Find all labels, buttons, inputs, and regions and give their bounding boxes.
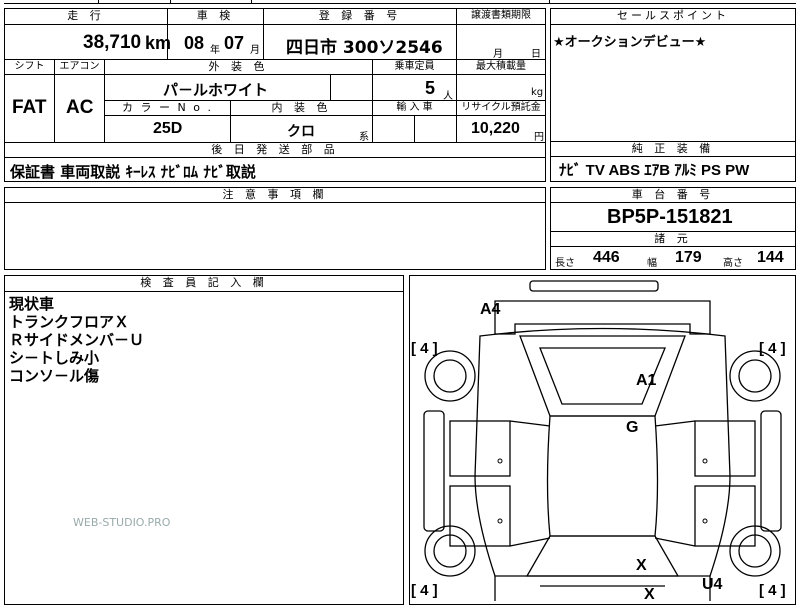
damage-mark: A4 bbox=[480, 301, 501, 318]
interior-cell: クロ 系 bbox=[231, 116, 373, 143]
registration-label: 登 録 番 号 bbox=[264, 9, 457, 25]
inspector-note: Ｒサイドメンバ－Ｕ bbox=[9, 331, 145, 349]
equipment-box: 純 正 装 備 ﾅﾋﾞ TV ABS ｴｱB ｱﾙﾐ PS PW bbox=[550, 141, 796, 182]
width-value: 179 bbox=[675, 249, 702, 266]
car-diagram-box: A4 A1 G X X U4 [ 4 ] [ 4 ] [ 4 ] [ 4 ] bbox=[409, 275, 796, 605]
inspector-label: 検 査 員 記 入 欄 bbox=[5, 276, 403, 292]
inspection-year: 08 bbox=[184, 33, 205, 53]
inspector-note: シ－トしみ小 bbox=[9, 349, 100, 367]
mileage-cell: 38,710 km bbox=[5, 25, 171, 60]
inspection-cell: 08 年 07 月 bbox=[168, 25, 264, 60]
main-info-table: 走 行 車 検 登 録 番 号 譲渡書類期限 38,710 km 08 年 07… bbox=[4, 8, 546, 182]
mileage-value: 38,710 bbox=[83, 32, 142, 53]
dimensions-row: 長さ 446 幅 179 高さ 144 bbox=[551, 247, 795, 269]
shift-cell: FAT bbox=[5, 75, 55, 143]
recycle-value: 10,220 bbox=[471, 120, 520, 137]
width-label: 幅 bbox=[647, 258, 657, 269]
recycle-label: リサイクル預託金 bbox=[457, 101, 545, 116]
inspection-month-unit: 月 bbox=[250, 45, 260, 56]
car-diagram-svg bbox=[423, 280, 782, 601]
dimensions-label: 諸 元 bbox=[551, 232, 795, 247]
length-label: 長さ bbox=[555, 258, 575, 269]
load-label: 最大積載量 bbox=[457, 60, 545, 75]
parts-value: 保証書 車両取説 ｷｰﾚｽ ﾅﾋﾞﾛﾑ ﾅﾋﾞ取説 bbox=[10, 163, 256, 181]
load-unit: kg bbox=[531, 87, 544, 98]
equipment-value: ﾅﾋﾞ TV ABS ｴｱB ｱﾙﾐ PS PW bbox=[559, 162, 750, 179]
equipment-label: 純 正 装 備 bbox=[551, 142, 795, 157]
registration-value: 四日市 300ソ2546 bbox=[286, 38, 443, 58]
capacity-value: 5 bbox=[425, 78, 436, 98]
exterior-extra-cell bbox=[331, 75, 373, 101]
transfer-label: 譲渡書類期限 bbox=[457, 9, 545, 25]
load-cell: kg bbox=[457, 75, 545, 101]
watermark-text: WEB-STUDIO.PRO bbox=[73, 516, 171, 529]
transfer-cell: 月 日 bbox=[457, 25, 545, 60]
length-value: 446 bbox=[593, 249, 620, 266]
damage-mark: X bbox=[636, 557, 647, 574]
height-value: 144 bbox=[757, 249, 784, 266]
tire-bracket: [ 4 ] bbox=[759, 582, 786, 599]
tire-bracket: [ 4 ] bbox=[759, 340, 786, 357]
exterior-label: 外 装 色 bbox=[105, 60, 373, 75]
color-no-cell: 25D bbox=[105, 116, 231, 143]
ac-label: エアコン bbox=[55, 60, 105, 75]
chassis-value: BP5P-151821 bbox=[607, 206, 733, 228]
tire-bracket: [ 4 ] bbox=[411, 340, 438, 357]
shift-label: シフト bbox=[5, 60, 55, 75]
inspector-notes: 現状車 トランクフロアＸ Ｒサイドメンバ－Ｕ シ－トしみ小 コンソ－ル傷 bbox=[9, 295, 144, 385]
interior-value: クロ bbox=[287, 124, 315, 140]
color-no-label: カ ラ ー N o . bbox=[105, 101, 231, 116]
ac-cell: AC bbox=[55, 75, 105, 143]
inspection-month: 07 bbox=[224, 33, 245, 53]
sales-point-label: セールスポイント bbox=[551, 9, 795, 25]
exterior-value: パ－ルホワイト bbox=[163, 81, 269, 99]
chassis-box: 車 台 番 号 BP5P-151821 諸 元 長さ 446 幅 179 高さ … bbox=[550, 187, 796, 270]
height-label: 高さ bbox=[723, 258, 743, 269]
sales-point-box: セールスポイント ★オークションデビュー★ bbox=[550, 8, 796, 142]
exterior-cell: パ－ルホワイト bbox=[105, 75, 331, 101]
parts-label: 後 日 発 送 部 品 bbox=[5, 143, 545, 158]
capacity-unit: 人 bbox=[443, 91, 453, 102]
inspector-note: 現状車 bbox=[9, 295, 55, 313]
ac-value: AC bbox=[66, 97, 94, 118]
interior-unit: 系 bbox=[359, 132, 369, 143]
chassis-cell: BP5P-151821 bbox=[551, 203, 795, 232]
damage-mark: U4 bbox=[702, 576, 723, 593]
mileage-label: 走 行 bbox=[5, 9, 168, 25]
chassis-label: 車 台 番 号 bbox=[551, 188, 795, 203]
inspector-note: コンソ－ル傷 bbox=[9, 367, 100, 385]
import-cell-1 bbox=[373, 116, 415, 143]
caution-label: 注 意 事 項 欄 bbox=[5, 188, 545, 203]
transfer-day-unit: 日 bbox=[531, 49, 541, 60]
recycle-unit: 円 bbox=[534, 132, 544, 143]
inspection-year-unit: 年 bbox=[210, 45, 220, 56]
import-label: 輸 入 車 bbox=[373, 101, 457, 116]
transfer-month-unit: 月 bbox=[493, 49, 503, 60]
sales-point-value: ★オークションデビュー★ bbox=[553, 35, 707, 50]
inspection-label: 車 検 bbox=[168, 9, 264, 25]
capacity-label: 乗車定員 bbox=[373, 60, 457, 75]
recycle-cell: 10,220 円 bbox=[457, 116, 545, 143]
capacity-cell: 5 人 bbox=[373, 75, 457, 102]
shift-value: FAT bbox=[12, 97, 47, 118]
damage-mark: G bbox=[626, 419, 639, 436]
inspector-box: 検 査 員 記 入 欄 現状車 トランクフロアＸ Ｒサイドメンバ－Ｕ シ－トしみ… bbox=[4, 275, 404, 605]
import-cell-2 bbox=[415, 116, 457, 143]
registration-cell: 四日市 300ソ2546 bbox=[264, 25, 457, 60]
tire-bracket: [ 4 ] bbox=[411, 582, 438, 599]
damage-mark: A1 bbox=[636, 372, 657, 389]
inspector-note: トランクフロアＸ bbox=[9, 313, 130, 331]
top-cut-strip bbox=[4, 0, 796, 4]
parts-cell: 保証書 車両取説 ｷｰﾚｽ ﾅﾋﾞﾛﾑ ﾅﾋﾞ取説 bbox=[5, 158, 545, 181]
damage-mark: X bbox=[644, 586, 655, 603]
interior-label: 内 装 色 bbox=[231, 101, 373, 116]
color-no-value: 25D bbox=[153, 120, 183, 137]
caution-box: 注 意 事 項 欄 bbox=[4, 187, 546, 270]
